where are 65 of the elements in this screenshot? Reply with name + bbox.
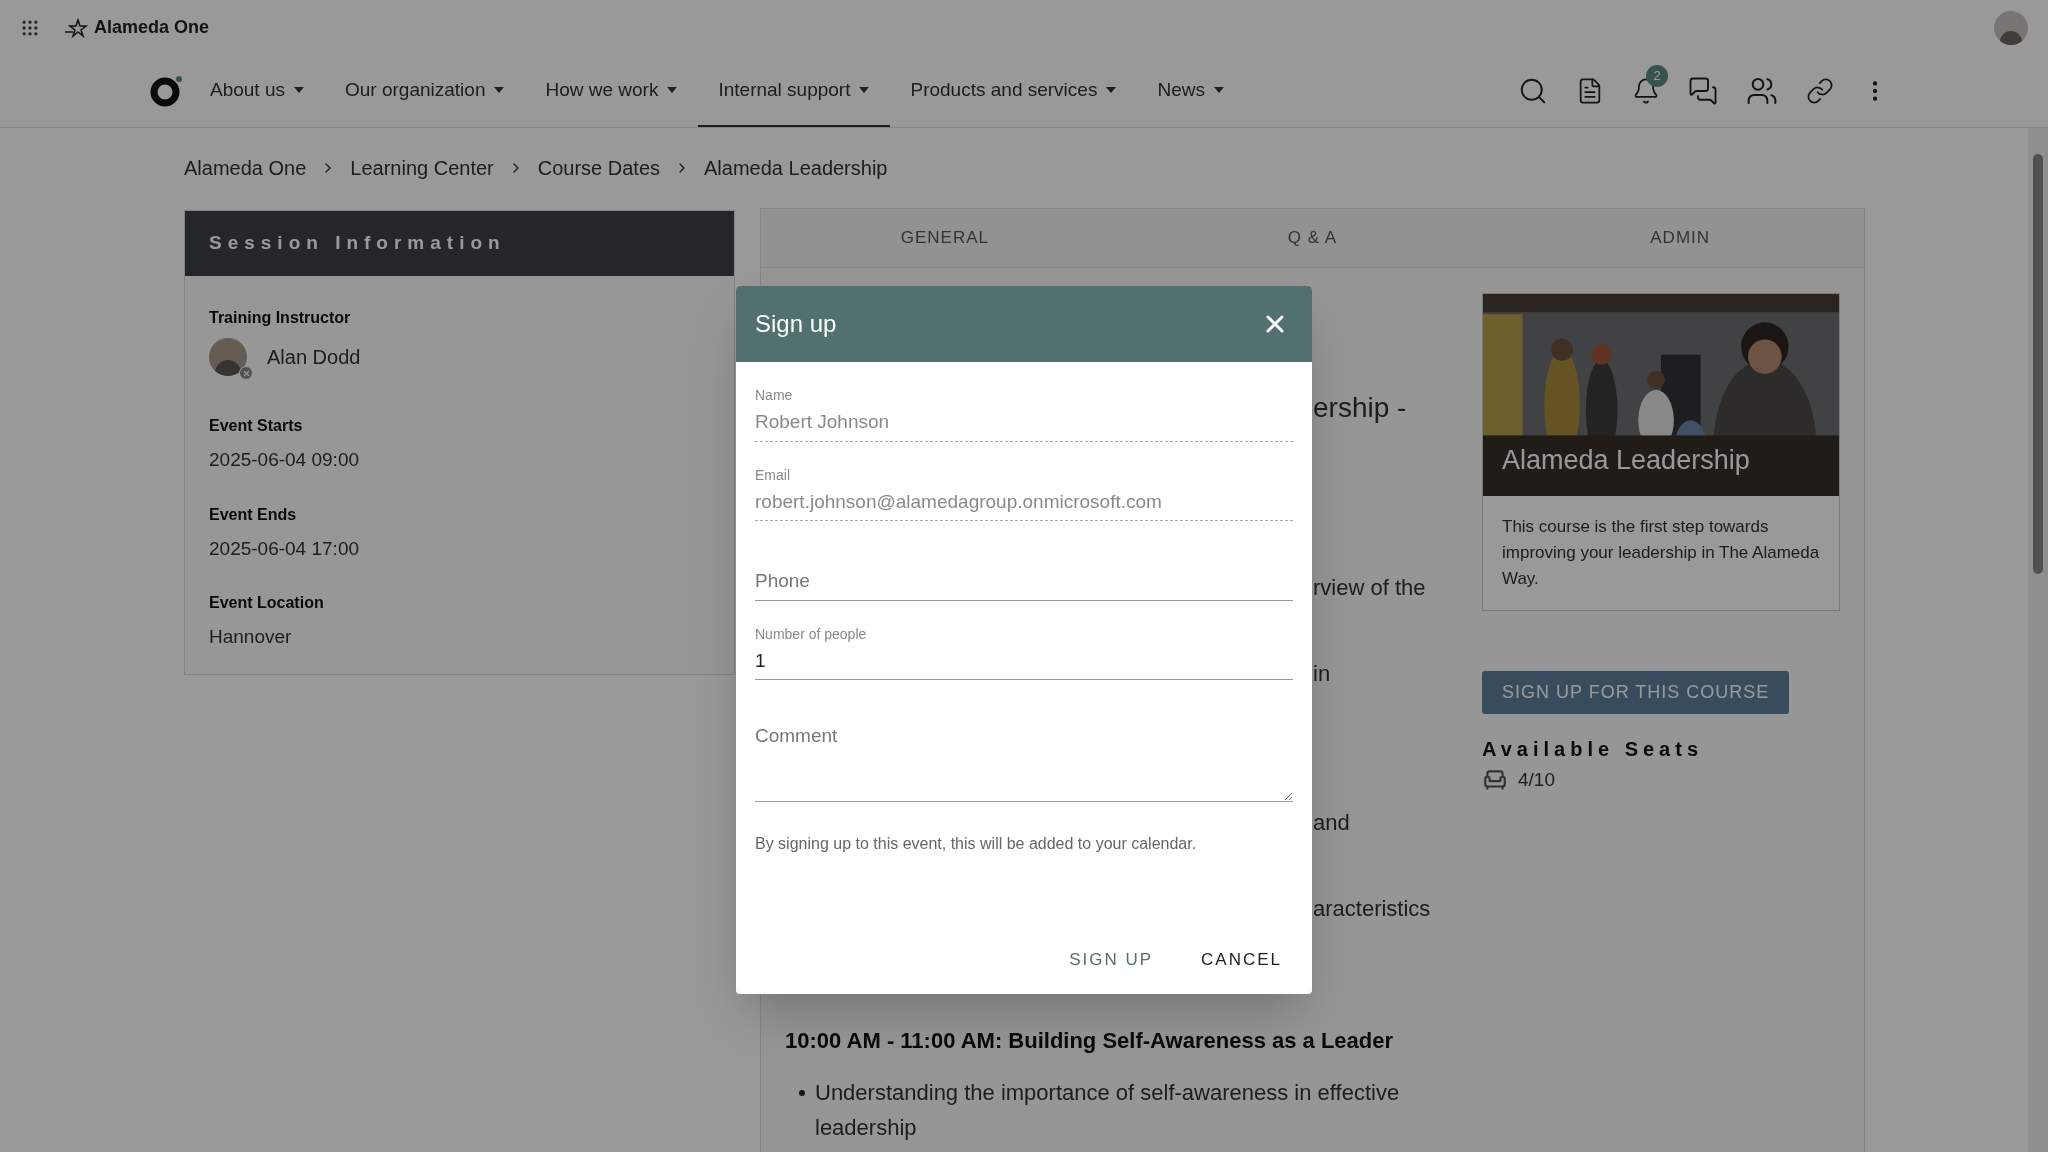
user-avatar[interactable]	[1994, 10, 2028, 45]
instructor-name[interactable]: Alan Dodd	[267, 342, 361, 372]
star-logo-icon	[64, 17, 90, 38]
caret-icon	[1105, 86, 1118, 94]
tab[interactable]: Q & A	[1128, 209, 1497, 267]
tab[interactable]: ADMIN	[1496, 209, 1864, 267]
panel-title: Session Information	[209, 231, 506, 256]
caret-icon	[293, 86, 305, 94]
cancel-button[interactable]: CANCEL	[1191, 940, 1292, 980]
site-logo-icon[interactable]	[150, 74, 184, 108]
link-icon[interactable]	[1806, 77, 1834, 105]
readonly-field[interactable]: robert.johnson@alamedagroup.onmicrosoft.com	[755, 483, 1293, 521]
sign-up-button[interactable]: SIGN UP	[1059, 940, 1164, 980]
course-card-title: Alameda Leadership	[1502, 443, 1750, 477]
breadcrumb-link[interactable]: Learning Center	[350, 153, 494, 183]
caret-icon	[493, 86, 506, 94]
field-label: Event Ends	[209, 504, 298, 525]
caret-icon	[666, 86, 679, 94]
dialog-title: Sign up	[755, 309, 837, 339]
caret-icon	[858, 86, 871, 94]
calendar-note: By signing up to this event, this will be added to your calendar.	[755, 834, 1198, 854]
course-description: This course is the first step towards improving your leadership in The Alameda Way.	[1501, 516, 1821, 590]
caret-icon	[1212, 86, 1225, 94]
nav-menu-item[interactable]: Internal support	[698, 55, 891, 127]
breadcrumb-link[interactable]: Alameda Leadership	[704, 153, 888, 183]
people-icon[interactable]	[1746, 75, 1778, 107]
search-icon[interactable]	[1518, 76, 1548, 106]
comment-field[interactable]: Comment	[755, 722, 1293, 802]
field-label: Number of people	[755, 624, 868, 643]
nav-menu-item[interactable]: Our organization	[325, 55, 526, 127]
breadcrumb-link[interactable]: Alameda One	[184, 153, 307, 183]
app-title[interactable]: Alameda One	[94, 14, 210, 41]
content-text: aracteristics	[1313, 895, 1431, 923]
content-text: rview of the	[1313, 574, 1426, 602]
field-label: Event Starts	[209, 416, 304, 436]
nav-menu-item[interactable]: News	[1137, 55, 1245, 127]
field-value: 2025-06-04 09:00	[209, 448, 360, 472]
input-field[interactable]: Phone	[755, 563, 1293, 601]
instructor-avatar	[209, 338, 247, 376]
bullet-text: Understanding the importance of self-awareness in effective leadership	[815, 1079, 1401, 1142]
sign-up-course-button[interactable]: SIGN UP FOR THIS COURSE	[1482, 671, 1790, 714]
field-value: Hannover	[209, 625, 293, 649]
nav-menu-item[interactable]: About us	[190, 55, 325, 127]
content-text: in	[1313, 660, 1331, 688]
field-label: Email	[755, 465, 791, 484]
available-seats-label: Available Seats	[1482, 737, 1704, 762]
nav-menu-item[interactable]: How we work	[525, 55, 699, 127]
nav-menu-item[interactable]: Products and services	[890, 55, 1138, 127]
scrollbar[interactable]	[2028, 128, 2048, 1152]
content-text: ership -	[1313, 391, 1407, 425]
seats-count: 4/10	[1518, 768, 1555, 792]
input-field[interactable]: 1	[755, 642, 1293, 680]
field-label: Event Location	[209, 593, 325, 613]
breadcrumb-link[interactable]: Course Dates	[537, 153, 660, 183]
readonly-field[interactable]: Robert Johnson	[755, 404, 1293, 442]
tab[interactable]: GENERAL	[761, 209, 1129, 267]
field-label: Training Instructor	[209, 308, 352, 328]
remove-icon[interactable]	[239, 366, 253, 380]
chat-icon[interactable]	[1688, 76, 1718, 106]
field-value: 2025-06-04 17:00	[209, 536, 360, 561]
content-text: and	[1313, 809, 1350, 837]
field-label: Name	[755, 386, 794, 404]
schedule-heading: 10:00 AM - 11:00 AM: Building Self-Awareness as a Leader	[785, 1027, 1395, 1055]
notification-badge: 2	[1646, 65, 1668, 87]
bullet-icon	[799, 1090, 805, 1096]
